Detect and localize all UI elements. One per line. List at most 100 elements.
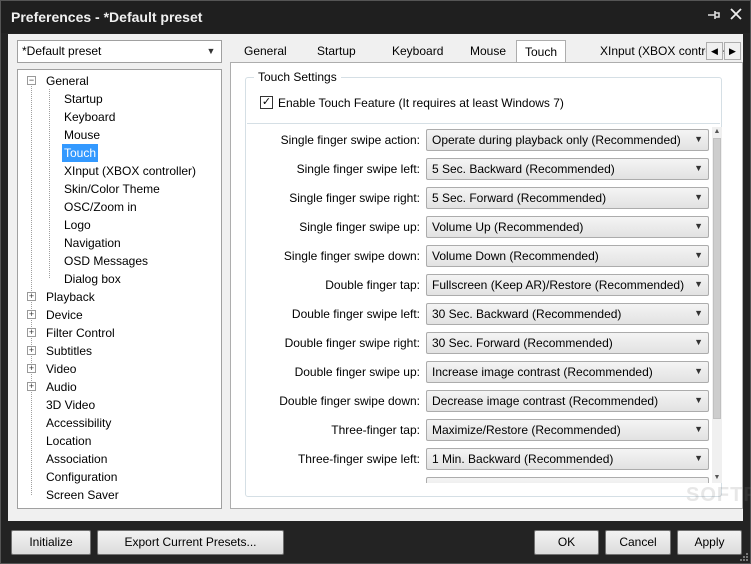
tree-item-label: Accessibility: [46, 416, 112, 430]
window-title: Preferences - *Default preset: [11, 9, 203, 25]
dialog-client: *Default preset ▼ − General Startup Keyboar…: [8, 34, 751, 521]
tree-item-touch[interactable]: Touch: [18, 144, 221, 162]
gesture-row: Single finger swipe down: Volume Down (Re…: [246, 243, 709, 272]
tree-item-location[interactable]: Location: [18, 432, 221, 450]
title-bar[interactable]: Preferences - *Default preset: [1, 1, 750, 33]
tab-mouse[interactable]: Mouse: [462, 42, 514, 62]
gesture-action-dropdown[interactable]: 1 Min. Backward (Recommended) ▼: [426, 448, 709, 470]
gesture-row: Three-finger swipe left: 1 Min. Backward …: [246, 446, 709, 475]
tree-item-audio[interactable]: + Audio: [18, 378, 221, 396]
chevron-down-icon: ▼: [694, 395, 703, 405]
tree-item-label: OSC/Zoom in: [64, 200, 137, 214]
tree-item-mouse[interactable]: Mouse: [18, 126, 221, 144]
gesture-action-dropdown[interactable]: Increase image contrast (Recommended) ▼: [426, 361, 709, 383]
tree-item-label: 3D Video: [46, 398, 96, 412]
tree-item-startup[interactable]: Startup: [18, 90, 221, 108]
expand-icon[interactable]: +: [27, 328, 36, 337]
gesture-action-dropdown[interactable]: 1 Min. Forward (Recommended) ▼: [426, 477, 709, 483]
tree-item-label: Location: [46, 434, 92, 448]
tree-item-logo[interactable]: Logo: [18, 216, 221, 234]
resize-grip-icon[interactable]: [738, 551, 748, 561]
tree-item-general[interactable]: − General: [18, 72, 221, 90]
chevron-down-icon: ▼: [694, 221, 703, 231]
tab-general[interactable]: General: [236, 42, 295, 62]
tree-item-device[interactable]: + Device: [18, 306, 221, 324]
gesture-list-scrollbar[interactable]: ▲ ▼: [712, 127, 722, 483]
scroll-up-icon[interactable]: ▲: [712, 127, 722, 137]
tab-keyboard[interactable]: Keyboard: [384, 42, 451, 62]
gesture-action-dropdown[interactable]: 30 Sec. Forward (Recommended) ▼: [426, 332, 709, 354]
tree-item-label: Device: [46, 308, 83, 322]
chevron-down-icon: ▼: [694, 424, 703, 434]
tree-item-video[interactable]: + Video: [18, 360, 221, 378]
tree-item-label: Configuration: [46, 470, 118, 484]
preset-value: *Default preset: [22, 44, 102, 58]
tree-item-keyboard[interactable]: Keyboard: [18, 108, 221, 126]
expand-icon[interactable]: +: [27, 364, 36, 373]
initialize-button-label: Initialize: [29, 535, 73, 549]
expand-icon[interactable]: +: [27, 346, 36, 355]
gesture-label: Three-finger swipe right:: [291, 481, 420, 483]
initialize-button[interactable]: Initialize: [11, 530, 91, 555]
gesture-action-dropdown[interactable]: 30 Sec. Backward (Recommended) ▼: [426, 303, 709, 325]
group-separator: [247, 123, 720, 124]
tree-item-label: Skin/Color Theme: [64, 182, 160, 196]
tab-scroll-left-icon[interactable]: ◀: [706, 42, 723, 60]
gesture-action-dropdown[interactable]: Operate during playback only (Recommende…: [426, 129, 709, 151]
scroll-thumb[interactable]: [713, 138, 721, 419]
tree-item-navigation[interactable]: Navigation: [18, 234, 221, 252]
category-tree[interactable]: − General Startup Keyboard Mouse Touch XInput …: [17, 69, 222, 509]
chevron-down-icon: ▼: [694, 134, 703, 144]
gesture-row: Single finger swipe up: Volume Up (Recomm…: [246, 214, 709, 243]
tree-item-dialog-box[interactable]: Dialog box: [18, 270, 221, 288]
gesture-action-dropdown[interactable]: 5 Sec. Backward (Recommended) ▼: [426, 158, 709, 180]
tree-item-osc-zoom-in[interactable]: OSC/Zoom in: [18, 198, 221, 216]
tab-startup[interactable]: Startup: [309, 42, 364, 62]
gesture-action-dropdown[interactable]: Decrease image contrast (Recommended) ▼: [426, 390, 709, 412]
pin-icon[interactable]: [704, 7, 724, 27]
expand-icon[interactable]: +: [27, 310, 36, 319]
tree-item-subtitles[interactable]: + Subtitles: [18, 342, 221, 360]
tree-item-label: Filter Control: [46, 326, 115, 340]
tree-item-3d-video[interactable]: 3D Video: [18, 396, 221, 414]
tab-strip: General Startup Keyboard Mouse Touch XInput (…: [230, 40, 743, 63]
gesture-action-value: Fullscreen (Keep AR)/Restore (Recommende…: [432, 278, 685, 292]
tree-item-osd-messages[interactable]: OSD Messages: [18, 252, 221, 270]
gesture-action-dropdown[interactable]: 5 Sec. Forward (Recommended) ▼: [426, 187, 709, 209]
gesture-action-dropdown[interactable]: Fullscreen (Keep AR)/Restore (Recommende…: [426, 274, 709, 296]
gesture-action-dropdown[interactable]: Volume Down (Recommended) ▼: [426, 245, 709, 267]
export-presets-button[interactable]: Export Current Presets...: [97, 530, 284, 555]
gesture-row: Double finger tap: Fullscreen (Keep AR)/R…: [246, 272, 709, 301]
tree-item-association[interactable]: Association: [18, 450, 221, 468]
apply-button[interactable]: Apply: [677, 530, 742, 555]
tree-item-screen-saver[interactable]: Screen Saver: [18, 486, 221, 504]
cancel-button[interactable]: Cancel: [605, 530, 671, 555]
gesture-label: Single finger swipe right:: [289, 191, 420, 205]
expand-icon[interactable]: +: [27, 292, 36, 301]
tree-item-accessibility[interactable]: Accessibility: [18, 414, 221, 432]
gesture-label: Double finger swipe down:: [279, 394, 420, 408]
chevron-down-icon: ▼: [694, 192, 703, 202]
gesture-action-dropdown[interactable]: Maximize/Restore (Recommended) ▼: [426, 419, 709, 441]
preset-dropdown[interactable]: *Default preset ▼: [17, 40, 222, 63]
ok-button[interactable]: OK: [534, 530, 599, 555]
tab-touch[interactable]: Touch: [516, 40, 567, 62]
tree-item-xinput-xbox-controller[interactable]: XInput (XBOX controller): [18, 162, 221, 180]
tree-item-configuration[interactable]: Configuration: [18, 468, 221, 486]
expand-icon[interactable]: +: [27, 382, 36, 391]
enable-touch-checkbox[interactable]: ✓: [260, 96, 273, 109]
close-icon[interactable]: [726, 7, 746, 27]
collapse-icon[interactable]: −: [27, 76, 36, 85]
tree-item-skin-color-theme[interactable]: Skin/Color Theme: [18, 180, 221, 198]
gesture-label: Double finger swipe up:: [294, 365, 420, 379]
tree-item-playback[interactable]: + Playback: [18, 288, 221, 306]
tree-item-label: Keyboard: [64, 110, 116, 124]
tab-scroll-right-icon[interactable]: ▶: [724, 42, 741, 60]
gesture-action-value: Operate during playback only (Recommende…: [432, 133, 681, 147]
scroll-down-icon[interactable]: ▼: [712, 473, 722, 483]
tree-item-filter-control[interactable]: + Filter Control: [18, 324, 221, 342]
gesture-action-dropdown[interactable]: Volume Up (Recommended) ▼: [426, 216, 709, 238]
gesture-action-value: Increase image contrast (Recommended): [432, 365, 653, 379]
gesture-label: Single finger swipe left:: [296, 162, 420, 176]
tree-item-label: Subtitles: [46, 344, 93, 358]
